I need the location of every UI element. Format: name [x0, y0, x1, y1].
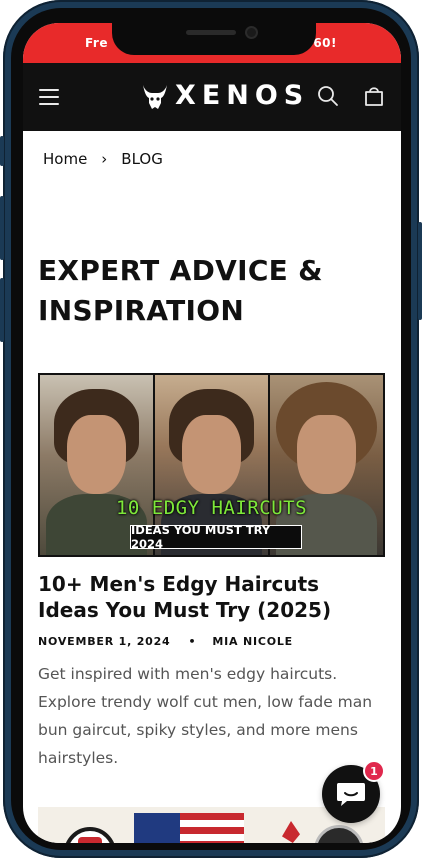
thumbnail-subheadline: IDEAS YOU MUST TRY 2024: [130, 523, 302, 551]
article-meta: NOVEMBER 1, 2024 • MIA NICOLE: [38, 635, 386, 648]
site-logo[interactable]: XENOS: [141, 80, 309, 111]
power-button: [418, 222, 422, 320]
meta-separator: •: [188, 635, 197, 648]
announcement-text-right: 60!: [313, 36, 337, 50]
breadcrumb-home-link[interactable]: Home: [43, 150, 87, 168]
page-title-line1: EXPERT ADVICE &: [38, 254, 323, 287]
logo-text: XENOS: [175, 80, 310, 111]
article-author: MIA NICOLE: [212, 635, 293, 648]
breadcrumb: Home › BLOG: [23, 131, 401, 187]
mute-switch: [0, 136, 4, 166]
announcement-text-left: Fre: [85, 36, 108, 50]
article-date: NOVEMBER 1, 2024: [38, 635, 171, 648]
chat-icon: [337, 783, 365, 806]
volume-up-button: [0, 196, 4, 260]
volume-down-button: [0, 278, 4, 342]
breadcrumb-current: BLOG: [121, 150, 163, 168]
badge-logo-right: [314, 825, 364, 843]
article-title[interactable]: 10+ Men's Edgy Haircuts Ideas You Must T…: [38, 571, 386, 623]
search-icon[interactable]: [317, 85, 339, 107]
phone-notch: [112, 23, 316, 55]
article-thumbnail[interactable]: 10 EDGY HAIRCUTS IDEAS YOU MUST TRY 2024: [38, 373, 385, 557]
thumbnail-headline: 10 EDGY HAIRCUTS: [115, 497, 308, 519]
article-excerpt: Get inspired with men's edgy haircuts. E…: [38, 665, 373, 767]
page-title: EXPERT ADVICE & INSPIRATION: [38, 251, 386, 331]
front-camera: [245, 26, 258, 39]
page-title-line2: INSPIRATION: [38, 294, 245, 327]
phone-screen: Fre 60! XENOS Home › BLOG EXPERT ADVICE …: [23, 23, 401, 843]
cart-icon[interactable]: [363, 85, 385, 107]
badge-logo-left: [64, 827, 116, 843]
menu-icon[interactable]: [39, 89, 59, 105]
chat-notification-badge: 1: [363, 760, 385, 782]
breadcrumb-separator: ›: [101, 150, 108, 168]
speaker-grille: [186, 30, 236, 35]
bull-logo-icon: [143, 84, 167, 109]
map-pin-graphic: [282, 821, 300, 843]
site-header: XENOS: [23, 63, 401, 131]
